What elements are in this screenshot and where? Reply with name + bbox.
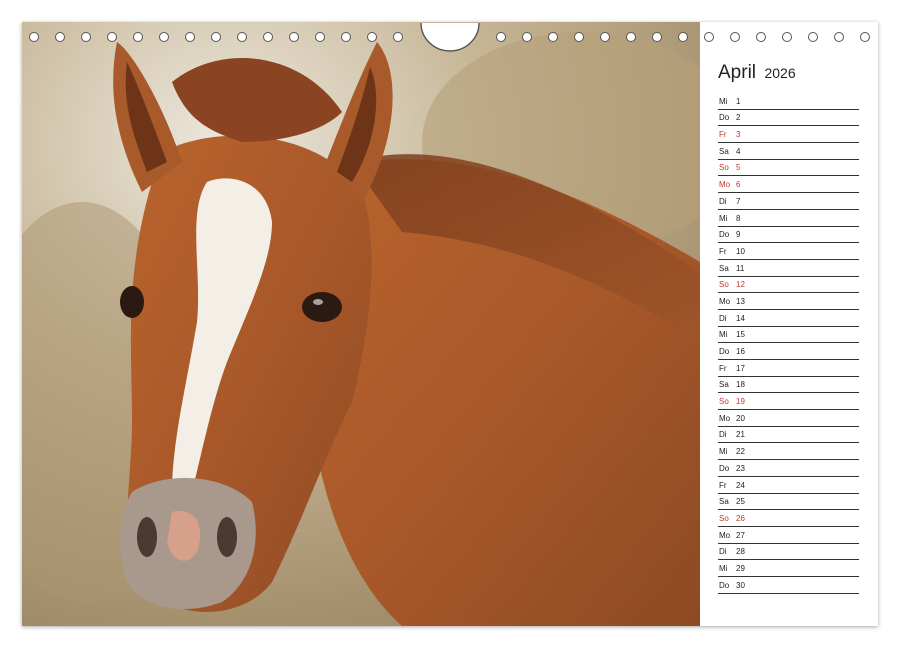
day-number: 27 [736, 530, 745, 540]
month-name: April [718, 62, 757, 83]
weekday-label: Di [719, 196, 727, 206]
day-number: 29 [736, 563, 745, 573]
day-number: 5 [736, 163, 741, 173]
calendar-day-row: Fr 3 [718, 126, 859, 144]
weekday-label: So [719, 280, 729, 290]
month-title: April 2026 [718, 62, 796, 84]
calendar-day-row: Di 14 [718, 310, 859, 327]
weekday-label: Fr [719, 246, 727, 256]
day-number: 4 [736, 146, 741, 156]
day-number: 11 [736, 263, 745, 273]
day-number: 23 [736, 463, 745, 473]
calendar-day-row: Sa 25 [718, 494, 859, 511]
day-number: 9 [736, 230, 741, 240]
weekday-label: Sa [719, 380, 729, 390]
calendar-day-row: Mi 8 [718, 210, 859, 227]
day-list: Mi 1 Do 2 Fr 3 Sa 4 So 5 Mo 6 Di 7 Mi 8 Do 9 Fr 10 Sa 11 So 12 M… [718, 93, 859, 594]
day-number: 15 [736, 330, 745, 340]
weekday-label: Do [719, 230, 730, 240]
weekday-label: Mi [719, 330, 728, 340]
calendar-day-row: Mi 29 [718, 560, 859, 577]
day-number: 13 [736, 296, 745, 306]
horse-photo [22, 22, 700, 626]
calendar-day-row: Fr 24 [718, 477, 859, 494]
day-number: 12 [736, 280, 745, 290]
day-number: 10 [736, 246, 745, 256]
calendar-day-row: Mo 6 [718, 176, 859, 194]
weekday-label: Do [719, 580, 730, 590]
weekday-label: Sa [719, 146, 729, 156]
calendar-day-row: Mi 1 [718, 93, 859, 110]
calendar-day-row: Do 9 [718, 227, 859, 244]
weekday-label: Di [719, 430, 727, 440]
day-number: 21 [736, 430, 745, 440]
year-label: 2026 [764, 65, 796, 81]
calendar-day-row: So 5 [718, 160, 859, 177]
weekday-label: Di [719, 313, 727, 323]
day-number: 18 [736, 380, 745, 390]
calendar-panel: April 2026 Mi 1 Do 2 Fr 3 Sa 4 So 5 Mo 6 Di 7 Mi 8 Do 9 Fr… [700, 22, 878, 626]
weekday-label: So [719, 163, 729, 173]
calendar-day-row: Do 30 [718, 577, 859, 594]
weekday-label: Fr [719, 130, 727, 140]
calendar-day-row: Fr 17 [718, 360, 859, 377]
day-number: 2 [736, 113, 741, 123]
calendar-day-row: So 19 [718, 393, 859, 411]
weekday-label: Do [719, 463, 730, 473]
day-number: 22 [736, 447, 745, 457]
weekday-label: Mo [719, 530, 731, 540]
day-number: 1 [736, 96, 741, 106]
calendar-day-row: Di 7 [718, 193, 859, 210]
weekday-label: Do [719, 347, 730, 356]
day-number: 28 [736, 547, 745, 557]
calendar-day-row: Sa 4 [718, 143, 859, 160]
weekday-label: Mi [719, 213, 728, 223]
calendar-day-row: Do 16 [718, 343, 859, 360]
calendar-day-row: Di 28 [718, 544, 859, 561]
day-number: 7 [736, 196, 741, 206]
day-number: 20 [736, 413, 745, 423]
day-number: 6 [736, 180, 741, 190]
calendar-day-row: Mi 22 [718, 443, 859, 461]
day-number: 16 [736, 347, 745, 356]
weekday-label: Sa [719, 497, 729, 507]
calendar-day-row: So 12 [718, 277, 859, 294]
calendar-day-row: Sa 18 [718, 377, 859, 394]
calendar-page: April 2026 Mi 1 Do 2 Fr 3 Sa 4 So 5 Mo 6 Di 7 Mi 8 Do 9 Fr… [22, 22, 878, 626]
calendar-day-row: Mo 13 [718, 293, 859, 310]
foal-illustration [22, 22, 700, 626]
day-number: 25 [736, 497, 745, 507]
calendar-day-row: Fr 10 [718, 243, 859, 260]
weekday-label: Mo [719, 180, 731, 190]
day-number: 24 [736, 480, 745, 490]
calendar-day-row: Di 21 [718, 427, 859, 444]
weekday-label: Mo [719, 296, 731, 306]
weekday-label: Mi [719, 447, 728, 457]
calendar-day-row: So 26 [718, 510, 859, 527]
weekday-label: Sa [719, 263, 729, 273]
calendar-day-row: Mi 15 [718, 327, 859, 344]
day-number: 17 [736, 363, 745, 373]
weekday-label: Fr [719, 363, 727, 373]
day-number: 30 [736, 580, 745, 590]
day-number: 8 [736, 213, 741, 223]
hanger-cutout [420, 22, 480, 52]
weekday-label: So [719, 513, 729, 523]
weekday-label: Do [719, 113, 730, 123]
weekday-label: Di [719, 547, 727, 557]
day-number: 3 [736, 130, 741, 140]
weekday-label: Mi [719, 96, 728, 106]
weekday-label: So [719, 397, 729, 407]
day-number: 26 [736, 513, 745, 523]
calendar-day-row: Do 23 [718, 460, 859, 477]
weekday-label: Fr [719, 480, 727, 490]
calendar-day-row: Sa 11 [718, 260, 859, 277]
weekday-label: Mo [719, 413, 731, 423]
calendar-day-row: Mo 20 [718, 410, 859, 427]
day-number: 19 [736, 397, 745, 407]
day-number: 14 [736, 313, 745, 323]
calendar-day-row: Mo 27 [718, 527, 859, 544]
weekday-label: Mi [719, 563, 728, 573]
calendar-day-row: Do 2 [718, 110, 859, 127]
